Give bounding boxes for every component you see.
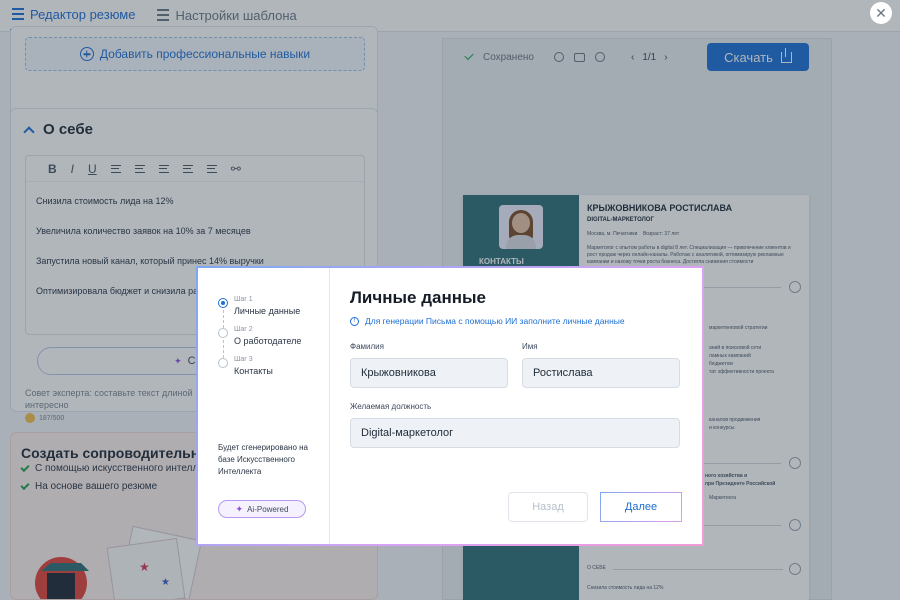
step-title: Контакты <box>234 366 273 376</box>
step-1[interactable]: Шаг 1 Личные данные <box>218 296 300 316</box>
last-name-label: Фамилия <box>350 342 384 351</box>
step-radio-icon <box>218 298 228 308</box>
step-3[interactable]: Шаг 3 Контакты <box>218 356 273 376</box>
ai-generation-note: Будет сгенерировано на базе Искусственно… <box>218 443 308 476</box>
position-label: Желаемая должность <box>350 402 432 411</box>
ai-powered-badge: ✦ Ai-Powered <box>218 500 306 518</box>
steps-panel: Шаг 1 Личные данные Шаг 2 О работодателе… <box>198 268 330 544</box>
first-name-label: Имя <box>522 342 538 351</box>
next-button[interactable]: Далее <box>600 492 682 522</box>
first-name-field[interactable] <box>522 358 680 388</box>
dialog-hint-text: Для генерации Письма с помощью ИИ заполн… <box>365 316 625 326</box>
ai-powered-label: Ai-Powered <box>247 504 289 514</box>
cover-letter-dialog: Шаг 1 Личные данные Шаг 2 О работодателе… <box>196 266 704 546</box>
step-number: Шаг 3 <box>234 356 253 363</box>
sparkle-icon: ✦ <box>235 503 244 514</box>
step-title: О работодателе <box>234 336 302 346</box>
step-radio-icon <box>218 328 228 338</box>
step-radio-icon <box>218 358 228 368</box>
info-icon: ! <box>350 316 359 326</box>
step-title: Личные данные <box>234 306 301 316</box>
step-number: Шаг 1 <box>234 296 253 303</box>
dialog-title: Личные данные <box>350 288 486 307</box>
dialog-hint: ! Для генерации Письма с помощью ИИ запо… <box>350 316 625 326</box>
personal-data-form: Личные данные ! Для генерации Письма с п… <box>350 268 690 544</box>
position-field[interactable] <box>350 418 680 448</box>
close-icon[interactable]: ✕ <box>870 2 892 24</box>
back-button[interactable]: Назад <box>508 492 588 522</box>
last-name-field[interactable] <box>350 358 508 388</box>
step-2[interactable]: Шаг 2 О работодателе <box>218 326 301 346</box>
step-number: Шаг 2 <box>234 326 253 333</box>
